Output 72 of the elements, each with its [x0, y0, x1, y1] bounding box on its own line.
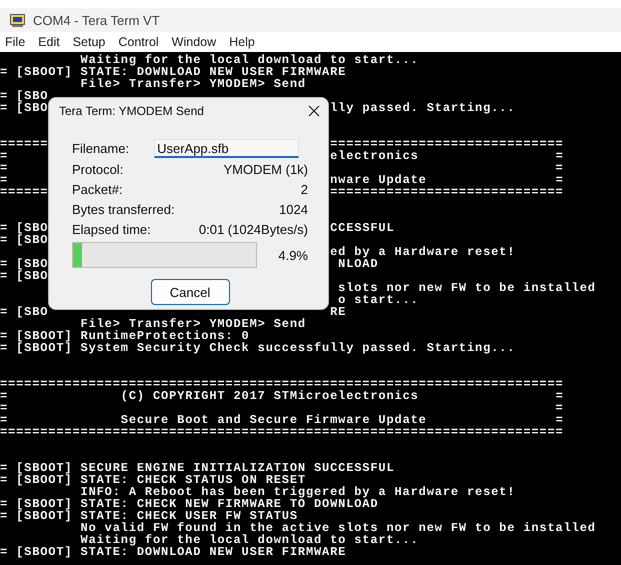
terminal-text: =	[556, 401, 564, 415]
field-label: Elapsed time:	[72, 222, 151, 236]
terminal-text: File> Transfer> YMODEM> Send	[80, 77, 306, 91]
terminal-text: Waiting for the local download to start...	[80, 533, 419, 547]
terminal-text: =	[0, 149, 8, 163]
terminal-text: = [SBO	[0, 233, 48, 247]
terminal-text: electronics	[330, 149, 419, 163]
terminal-text: NLOAD	[338, 257, 378, 271]
terminal-text: = [SBO	[0, 101, 48, 115]
terminal-text: RE	[330, 305, 346, 319]
terminal-text: = [SBO	[0, 269, 48, 283]
field-value: 0:01 (1024Bytes/s)	[198, 222, 308, 236]
terminal-text: nware Update	[330, 173, 427, 187]
menu-item[interactable]: Window	[166, 35, 222, 49]
close-icon[interactable]	[308, 105, 320, 117]
terminal-text: o start...	[338, 293, 419, 307]
filename-field[interactable]: UserApp.sfb	[154, 139, 300, 158]
terminal-text: =	[556, 413, 564, 427]
field-label: Packet#:	[72, 182, 123, 196]
terminal-text: = [SBO	[0, 221, 48, 235]
terminal-text: = [SBO	[0, 89, 48, 103]
field-label: Protocol:	[72, 162, 124, 176]
terminal-text: CCESSFUL	[330, 221, 395, 235]
terminal-text: ======================================================================	[0, 377, 564, 391]
terminal-text: =	[0, 161, 8, 175]
field-value: 1024	[279, 202, 308, 216]
terminal-text: = [SBOOT] STATE: DOWNLOAD NEW USER FIRMWARE	[0, 545, 346, 559]
field-value: YMODEM (1k)	[224, 162, 308, 176]
terminal-text: =	[0, 173, 8, 187]
terminal-text: =	[0, 389, 8, 403]
terminal-text: = [SBOOT] STATE: CHECK USER FW STATUS	[0, 509, 298, 523]
menu-item[interactable]: Setup	[68, 35, 112, 49]
dialog-title: Tera Term: YMODEM Send	[59, 104, 204, 118]
terminal-text: = [SBOOT] RuntimeProtections: 0	[0, 329, 250, 343]
terminal-text: ======================================================================	[0, 425, 564, 439]
terminal-text: Secure Boot and Secure Firmware Update	[120, 413, 427, 427]
cancel-button[interactable]: Cancel	[150, 279, 230, 305]
terminal-text: ======	[0, 185, 48, 199]
menu-item[interactable]: Edit	[33, 35, 66, 49]
terminal-text: = [SBOOT] STATE: CHECK NEW FIRMWARE TO DOWNLOAD	[0, 497, 378, 511]
field-value: 2	[300, 182, 308, 196]
terminal-text: = [SBOOT] STATE: CHECK STATUS ON RESET	[0, 473, 306, 487]
app-icon	[10, 14, 25, 26]
terminal-text: ed by a Hardware reset!	[330, 245, 516, 259]
terminal-text: slots nor new FW to be installed	[338, 281, 596, 295]
terminal-text: =	[556, 161, 564, 175]
terminal-text: =============================	[330, 137, 564, 151]
terminal-text: INFO: A Reboot has been triggered by a Hardware reset!	[80, 485, 516, 499]
terminal-text: =============================	[330, 185, 564, 199]
terminal-text: =	[0, 413, 8, 427]
terminal-text: No valid FW found in the active slots nor new FW to be installed	[80, 521, 596, 535]
field-label: Bytes transferred:	[72, 202, 175, 216]
field-label: Filename:	[72, 141, 130, 156]
terminal-text: =	[556, 389, 564, 403]
terminal-text: =	[556, 173, 564, 187]
terminal-text: = [SBO	[0, 305, 48, 319]
menu-item[interactable]: Help	[224, 35, 261, 49]
menu-item[interactable]: Control	[113, 35, 165, 49]
terminal-text: = [SBOOT] System Security Check successfully passed. Starting...	[0, 341, 516, 355]
menu-item[interactable]: File	[0, 35, 32, 49]
terminal-text: = [SBOOT] STATE: DOWNLOAD NEW USER FIRMWARE	[0, 65, 346, 79]
terminal-text: Waiting for the local download to start...	[80, 53, 419, 67]
terminal-text: lly passed. Starting...	[330, 101, 516, 115]
terminal-text: (C) COPYRIGHT 2017 STMicroelectronics	[120, 389, 419, 403]
terminal-text: = [SBO	[0, 257, 48, 271]
progress-percent: 4.9%	[278, 248, 308, 262]
terminal-text: = [SBOOT] SECURE ENGINE INITIALIZATION SUCCESSFUL	[0, 461, 395, 475]
terminal-text: ======	[0, 137, 48, 151]
terminal-text: =	[556, 149, 564, 163]
terminal-text: File> Transfer> YMODEM> Send	[80, 317, 306, 331]
terminal-text: =	[0, 401, 8, 415]
window-title: COM4 - Tera Term VT	[33, 12, 160, 28]
